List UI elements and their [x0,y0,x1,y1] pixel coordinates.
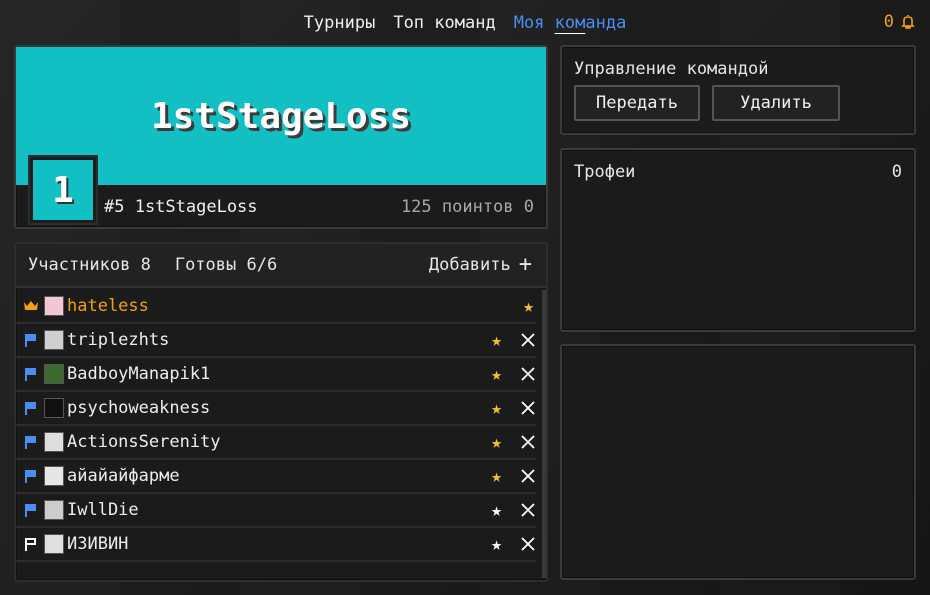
team-badge: 1 [28,155,98,225]
kick-icon[interactable] [520,536,536,552]
members-header: Участников 8 Готовы 6/6 Добавить + [16,244,546,288]
member-name: hateless [67,296,149,316]
team-name-title: 1stStageLoss [150,95,412,137]
member-row[interactable]: ИЗИВИН ★ [16,528,536,562]
member-row[interactable]: triplezhts ★ [16,324,536,358]
flag-icon [25,504,36,517]
member-row[interactable]: IwllDie ★ [16,494,536,528]
member-name: triplezhts [67,330,170,350]
members-count: Участников 8 [28,255,151,275]
player-head-avatar [44,296,64,316]
member-name: ИЗИВИН [67,534,129,554]
member-name: IwllDie [67,500,139,520]
tab-my-team[interactable]: Моя команда [514,13,627,33]
player-head-avatar [44,466,64,486]
plus-icon: + [518,252,532,277]
member-name: BadboyManapik1 [67,364,211,384]
add-member-label: Добавить [428,255,511,275]
tab-tournaments[interactable]: Турниры [304,13,376,33]
flag-icon [25,436,36,449]
manage-title: Управление командой [574,59,769,79]
kick-icon[interactable] [520,434,536,450]
manage-panel: Управление командой Передать Удалить [560,45,916,135]
trophies-count: 0 [891,162,902,182]
star-icon[interactable]: ★ [491,398,502,419]
star-icon[interactable]: ★ [491,534,502,555]
star-icon[interactable]: ★ [491,364,502,385]
members-panel: Участников 8 Готовы 6/6 Добавить + hatel… [14,242,548,582]
player-head-avatar [44,364,64,384]
trophies-title: Трофеи [574,162,636,182]
player-head-avatar [44,534,64,554]
star-icon[interactable]: ★ [491,466,502,487]
player-head-avatar [44,330,64,350]
member-row[interactable]: hateless ★ [16,290,536,324]
member-name: ActionsSerenity [67,432,221,452]
kick-icon[interactable] [520,366,536,382]
star-icon[interactable]: ★ [491,500,502,521]
crown-icon [24,301,38,310]
member-row[interactable]: psychoweakness ★ [16,392,536,426]
team-rank: #5 1stStageLoss [104,197,258,217]
star-icon[interactable]: ★ [523,296,534,317]
tab-top-teams[interactable]: Топ команд [393,13,495,33]
notifications[interactable]: 0 [884,12,916,32]
transfer-button[interactable]: Передать [574,85,700,121]
empty-panel [560,344,916,580]
members-list: hateless ★ triplezhts ★ BadboyManapik1 ★ psych… [16,290,536,562]
bell-icon [901,15,915,29]
team-points: 125 поинтов 0 [400,197,534,217]
member-row[interactable]: BadboyManapik1 ★ [16,358,536,392]
flag-icon [25,334,36,347]
tab-my-team-label-a: Моя [513,13,555,33]
kick-icon[interactable] [520,400,536,416]
flag-icon [25,470,36,483]
flag-icon [25,402,36,415]
member-row[interactable]: айайайфарме ★ [16,460,536,494]
add-member-button[interactable]: Добавить + [429,254,532,276]
star-icon[interactable]: ★ [491,432,502,453]
members-scrollbar[interactable] [542,290,546,578]
members-ready: Готовы 6/6 [174,255,278,275]
kick-icon[interactable] [520,468,536,484]
notifications-count: 0 [883,12,894,32]
member-name: psychoweakness [67,398,211,418]
team-card: 1stStageLoss 1 #5 1stStageLoss 125 поинт… [14,45,548,229]
tab-my-team-label-b: ком [554,13,586,33]
delete-button[interactable]: Удалить [712,85,840,121]
player-head-avatar [44,432,64,452]
flag-outline-icon [25,538,36,551]
member-row[interactable]: ActionsSerenity ★ [16,426,536,460]
player-head-avatar [44,398,64,418]
player-head-avatar [44,500,64,520]
kick-icon[interactable] [520,502,536,518]
star-icon[interactable]: ★ [491,330,502,351]
member-name: айайайфарме [67,466,180,486]
flag-icon [25,368,36,381]
top-nav: Турниры Топ команд Моя команда [0,10,930,36]
kick-icon[interactable] [520,332,536,348]
trophies-panel: Трофеи 0 [560,148,916,332]
tab-my-team-label-c: анда [585,13,627,33]
